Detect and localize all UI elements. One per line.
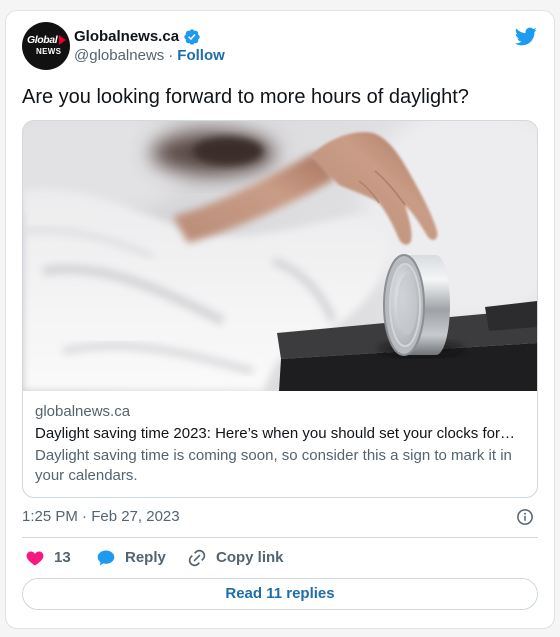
avatar-logo-global: Global: [27, 34, 58, 46]
read-replies-button[interactable]: Read 11 replies: [22, 578, 538, 610]
like-count: 13: [54, 549, 71, 566]
divider: [22, 537, 538, 538]
handle-separator: ·: [168, 47, 174, 64]
follow-link[interactable]: Follow: [177, 46, 225, 66]
read-replies-label: Read 11 replies: [225, 585, 335, 602]
link-card-title: Daylight saving time 2023: Here’s when y…: [35, 425, 515, 442]
reply-label: Reply: [125, 549, 166, 566]
reply-bubble-icon: [97, 550, 115, 566]
verified-badge-icon: [184, 29, 200, 45]
photo-sleeping-head: [151, 131, 275, 175]
info-icon[interactable]: [516, 508, 534, 526]
copy-link-button[interactable]: Copy link: [187, 548, 284, 568]
author-handle-row: @globalnews · Follow: [74, 46, 225, 66]
tweet-timestamp[interactable]: 1:25 PM · Feb 27, 2023: [22, 507, 180, 527]
link-card-image: [23, 121, 537, 391]
heart-icon: [26, 551, 44, 566]
reply-button[interactable]: Reply: [96, 548, 166, 568]
author-name-row: Globalnews.ca: [74, 27, 201, 47]
tweet-card: Global NEWS Globalnews.ca @globalnews · …: [5, 10, 555, 629]
like-button[interactable]: 13: [25, 548, 71, 568]
link-card[interactable]: globalnews.ca Daylight saving time 2023:…: [22, 120, 538, 498]
link-icon: [188, 549, 206, 567]
twitter-bird-icon[interactable]: [514, 25, 537, 48]
avatar[interactable]: Global NEWS: [22, 22, 70, 70]
avatar-logo-arrow-icon: [59, 35, 66, 45]
author-handle[interactable]: @globalnews: [74, 46, 164, 66]
link-card-description: Daylight saving time is coming soon, so …: [35, 447, 512, 484]
avatar-logo-news: NEWS: [36, 47, 62, 56]
copy-link-label: Copy link: [216, 549, 284, 566]
author-name[interactable]: Globalnews.ca: [74, 27, 179, 47]
link-card-body: globalnews.ca Daylight saving time 2023:…: [23, 391, 537, 486]
tweet-text: Are you looking forward to more hours of…: [22, 86, 469, 108]
link-card-domain: globalnews.ca: [35, 403, 131, 420]
